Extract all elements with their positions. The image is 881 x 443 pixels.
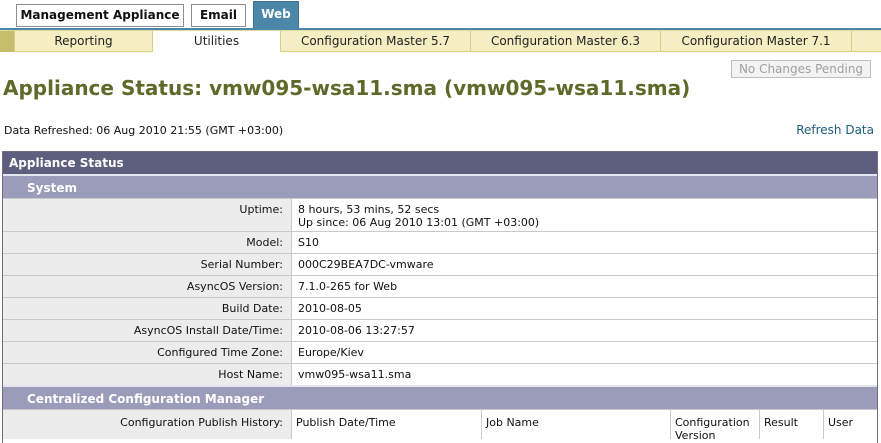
appliance-status-panel: Appliance Status System Uptime: 8 hours,… [2, 151, 878, 443]
build-date-label: Build Date: [3, 298, 292, 319]
col-user: User [824, 410, 877, 439]
model-row: Model: S10 [3, 231, 877, 253]
col-publish-date: Publish Date/Time [292, 410, 482, 439]
no-changes-pending-button[interactable]: No Changes Pending [731, 60, 871, 78]
asyncos-version-label: AsyncOS Version: [3, 276, 292, 297]
uptime-duration: 8 hours, 53 mins, 52 secs [298, 203, 440, 216]
time-zone-row: Configured Time Zone: Europe/Kiev [3, 341, 877, 363]
serial-number-label: Serial Number: [3, 254, 292, 275]
install-date-value: 2010-08-06 13:27:57 [292, 320, 877, 341]
asyncos-version-row: AsyncOS Version: 7.1.0-265 for Web [3, 275, 877, 297]
host-name-row: Host Name: vmw095-wsa11.sma [3, 363, 877, 385]
tab-web[interactable]: Web [253, 1, 299, 29]
serial-number-value: 000C29BEA7DC-vmware [292, 254, 877, 275]
build-date-row: Build Date: 2010-08-05 [3, 297, 877, 319]
tab-management-appliance[interactable]: Management Appliance [16, 4, 184, 27]
time-zone-value: Europe/Kiev [292, 342, 877, 363]
nav-config-master-71[interactable]: Configuration Master 7.1 [660, 31, 852, 52]
asyncos-version-value: 7.1.0-265 for Web [292, 276, 877, 297]
col-job-name: Job Name [482, 410, 671, 439]
panel-title: Appliance Status [3, 152, 877, 174]
publish-history-label: Configuration Publish History: [3, 410, 292, 439]
uptime-value: 8 hours, 53 mins, 52 secs Up since: 06 A… [292, 199, 877, 231]
uptime-since: Up since: 06 Aug 2010 13:01 (GMT +03:00) [298, 216, 540, 229]
nav-utilities[interactable]: Utilities [152, 31, 280, 52]
publish-history-row: Configuration Publish History: Publish D… [3, 409, 877, 442]
nav-stub [0, 31, 14, 52]
col-configuration-version: Configuration Version [671, 410, 760, 442]
data-refreshed-text: Data Refreshed: 06 Aug 2010 21:55 (GMT +… [4, 124, 284, 137]
secondary-nav: Reporting Utilities Configuration Master… [0, 30, 881, 52]
host-name-value: vmw095-wsa11.sma [292, 364, 877, 385]
ccm-section-header: Centralized Configuration Manager [3, 385, 877, 409]
nav-config-master-57[interactable]: Configuration Master 5.7 [280, 31, 470, 52]
refresh-data-link[interactable]: Refresh Data [796, 123, 874, 137]
col-result: Result [760, 410, 824, 439]
page-title: Appliance Status: vmw095-wsa11.sma (vmw0… [3, 76, 691, 100]
tab-email[interactable]: Email [191, 4, 246, 27]
nav-config-master-63[interactable]: Configuration Master 6.3 [470, 31, 660, 52]
build-date-value: 2010-08-05 [292, 298, 877, 319]
uptime-label: Uptime: [3, 199, 292, 231]
install-date-label: AsyncOS Install Date/Time: [3, 320, 292, 341]
model-value: S10 [292, 232, 877, 253]
system-section-header: System [3, 174, 877, 198]
install-date-row: AsyncOS Install Date/Time: 2010-08-06 13… [3, 319, 877, 341]
model-label: Model: [3, 232, 292, 253]
product-tabs: Management Appliance Email Web [0, 0, 881, 30]
serial-number-row: Serial Number: 000C29BEA7DC-vmware [3, 253, 877, 275]
time-zone-label: Configured Time Zone: [3, 342, 292, 363]
uptime-row: Uptime: 8 hours, 53 mins, 52 secs Up sin… [3, 198, 877, 231]
nav-reporting[interactable]: Reporting [14, 31, 152, 52]
host-name-label: Host Name: [3, 364, 292, 385]
